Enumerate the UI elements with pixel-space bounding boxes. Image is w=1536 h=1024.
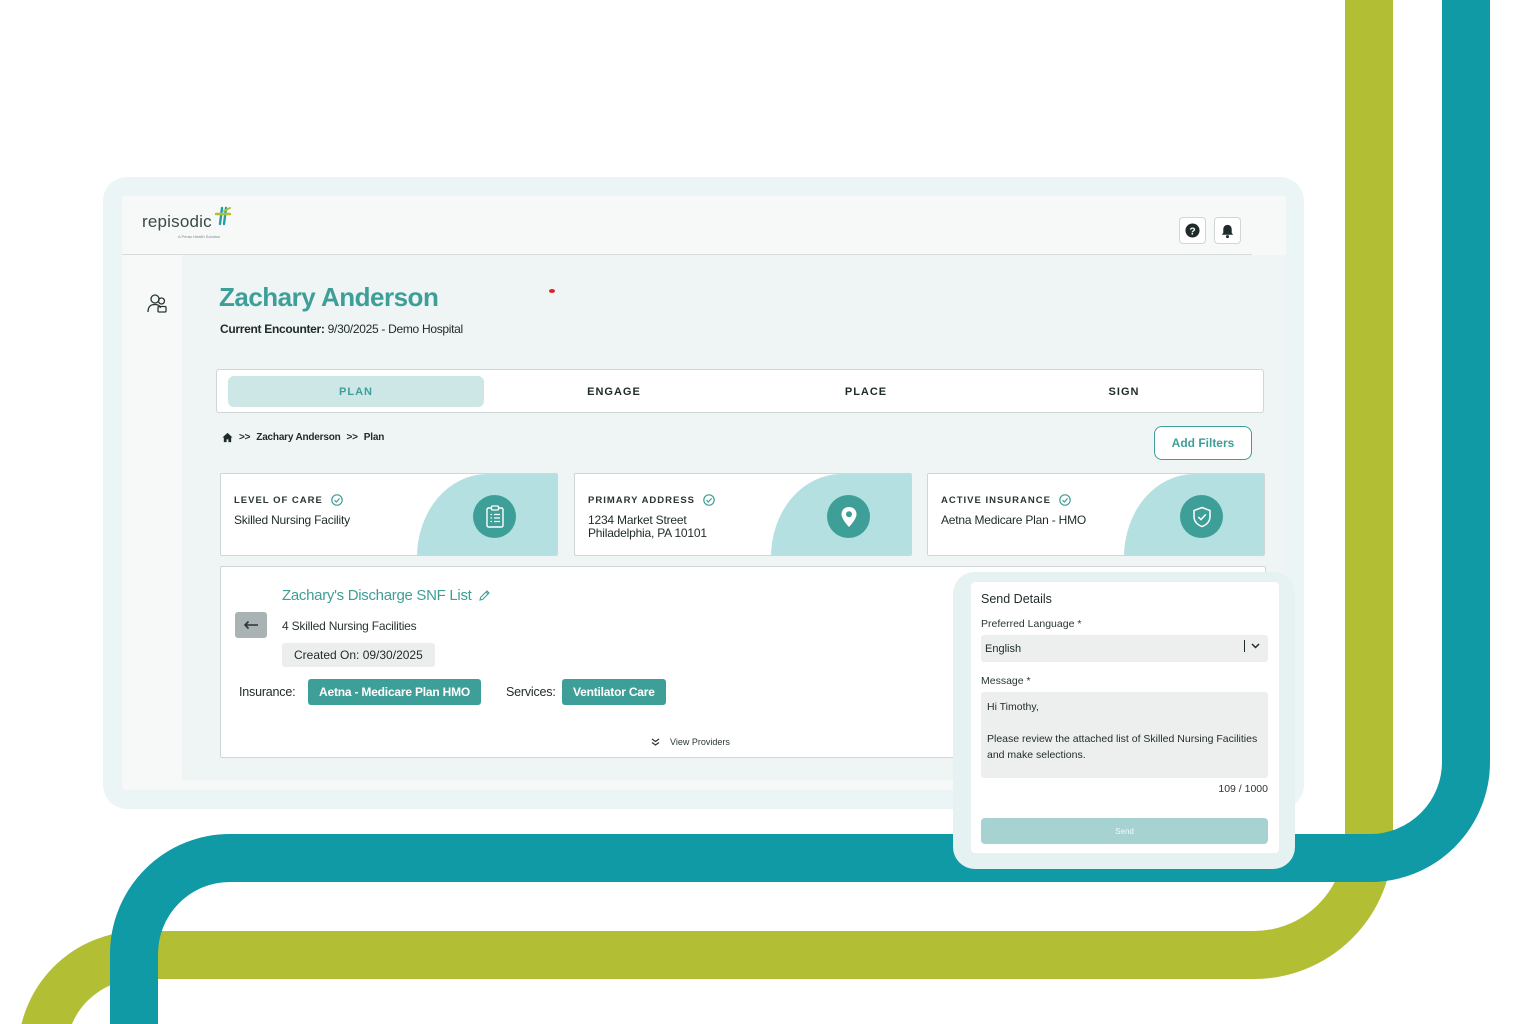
home-icon[interactable] [222,432,233,443]
preferred-language-select[interactable]: English [981,635,1268,662]
top-bar: repisodic A Peraz Health Solution ? [122,196,1286,254]
help-icon: ? [1185,223,1200,238]
tab-engage[interactable]: ENGAGE [486,376,742,407]
breadcrumb: >> Zachary Anderson >> Plan [222,432,384,443]
shield-icon [1180,495,1223,538]
services-tag[interactable]: Ventilator Care [562,679,666,705]
services-label: Services: [506,685,556,699]
sidebar [122,255,182,790]
active-insurance-card: ACTIVE INSURANCE Aetna Medicare Plan - H… [927,473,1265,556]
send-details-panel: Send Details Preferred Language * Englis… [971,582,1279,853]
encounter-label: Current Encounter: [220,322,325,336]
sidebar-item-patients[interactable] [146,292,168,319]
svg-text:?: ? [1189,226,1195,237]
map-pin-icon [827,495,870,538]
edit-pencil-icon[interactable] [478,589,491,602]
message-label: Message * [981,675,1031,687]
brand-tagline: A Peraz Health Solution [178,234,221,239]
active-insurance-label: ACTIVE INSURANCE [941,494,1051,506]
primary-address-label: PRIMARY ADDRESS [588,494,696,506]
check-circle-icon [331,494,343,506]
insurance-label: Insurance: [239,685,296,699]
preferred-language-value: English [985,642,1022,655]
select-divider [1244,640,1245,652]
bell-icon [1221,224,1234,238]
chevron-down-icon [1251,643,1260,649]
double-chevron-down-icon [651,738,660,746]
encounter-value: 9/30/2025 - Demo Hospital [327,322,464,336]
add-filters-button[interactable]: Add Filters [1154,426,1252,460]
card-label: PRIMARY ADDRESS [588,494,715,506]
level-of-care-card: LEVEL OF CARE Skilled Nursing Facility [220,473,558,556]
send-details-title: Send Details [981,592,1052,606]
cursor-marker [549,289,555,293]
select-controls [1244,640,1260,652]
brand-name: repisodic [142,212,212,231]
character-counter: 109 / 1000 [1218,783,1268,795]
workflow-tabs: PLAN ENGAGE PLACE SIGN [216,369,1264,413]
send-button[interactable]: Send [981,818,1268,844]
check-circle-icon [1059,494,1071,506]
notifications-button[interactable] [1214,217,1241,244]
breadcrumb-separator: >> [346,432,358,443]
users-icon [147,294,167,313]
help-button[interactable]: ? [1179,217,1206,244]
insurance-tag[interactable]: Aetna - Medicare Plan HMO [308,679,482,705]
clipboard-icon [473,495,516,538]
active-insurance-value: Aetna Medicare Plan - HMO [941,513,1087,527]
primary-address-card: PRIMARY ADDRESS 1234 Market Street Phila… [574,473,912,556]
tab-plan[interactable]: PLAN [228,376,484,407]
card-label: LEVEL OF CARE [234,494,343,506]
current-encounter: Current Encounter: 9/30/2025 - Demo Hosp… [220,322,463,336]
snf-list-title-text: Zachary's Discharge SNF List [282,587,472,604]
breadcrumb-patient[interactable]: Zachary Anderson [256,432,340,443]
level-of-care-label: LEVEL OF CARE [234,494,323,506]
preferred-language-label: Preferred Language * [981,618,1082,630]
breadcrumb-current: Plan [363,432,385,443]
snf-list-title: Zachary's Discharge SNF List [282,587,491,604]
stage: repisodic A Peraz Health Solution ? Zach… [0,0,1536,1024]
check-circle-icon [703,494,715,506]
page-title: Zachary Anderson [219,282,439,312]
card-label: ACTIVE INSURANCE [941,494,1071,506]
brand-logo[interactable]: repisodic A Peraz Health Solution [142,206,233,239]
arrow-left-icon [243,620,258,630]
tab-sign[interactable]: SIGN [996,376,1252,407]
message-field[interactable]: Hi Timothy, Please review the attached l… [981,692,1268,778]
primary-address-value: 1234 Market Street Philadelphia, PA 1010… [588,513,707,540]
view-providers-toggle[interactable]: View Providers [651,737,730,747]
brand-mark-icon [213,206,233,231]
back-button[interactable] [235,612,267,638]
level-of-care-value: Skilled Nursing Facility [234,513,350,527]
tab-place[interactable]: PLACE [738,376,994,407]
breadcrumb-separator: >> [239,432,251,443]
view-providers-label: View Providers [670,737,730,747]
snf-count: 4 Skilled Nursing Facilities [282,619,417,633]
created-on-badge: Created On: 09/30/2025 [282,643,435,667]
